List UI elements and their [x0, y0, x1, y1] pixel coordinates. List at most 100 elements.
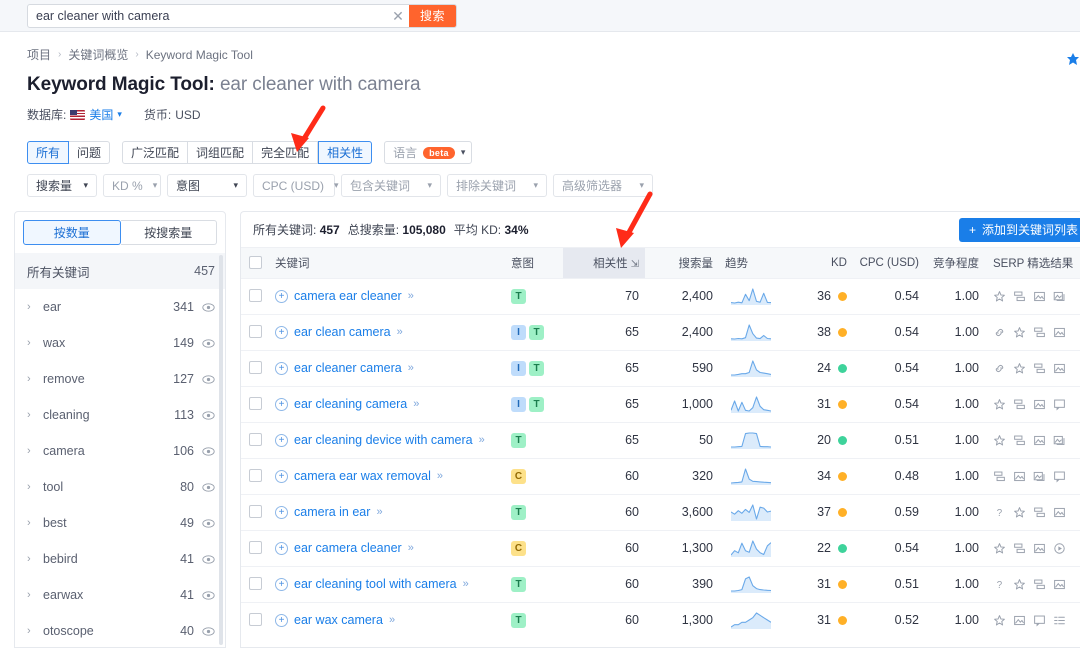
serp-star-icon[interactable]: [1013, 362, 1026, 375]
chevron-down-icon[interactable]: ▾: [83, 180, 88, 191]
col-volume[interactable]: 搜索量: [645, 248, 719, 278]
serp-star-icon[interactable]: [1013, 578, 1026, 591]
add-keyword-icon[interactable]: +: [275, 290, 288, 303]
eye-icon[interactable]: [202, 589, 215, 602]
serp-star-icon[interactable]: [993, 434, 1006, 447]
add-keyword-icon[interactable]: +: [275, 326, 288, 339]
filter-tab-questions[interactable]: 问题: [69, 141, 110, 164]
serp-star-icon[interactable]: [1013, 326, 1026, 339]
serp-faq-icon[interactable]: [1033, 614, 1046, 627]
serp-sitelinks-icon[interactable]: [1033, 578, 1046, 591]
sidebar-group-item[interactable]: ›cleaning113: [15, 397, 225, 433]
table-row[interactable]: +ear wax camera»T601,300310.521.00: [241, 602, 1080, 638]
chevron-right-icon[interactable]: ›: [27, 445, 43, 457]
add-keyword-icon[interactable]: +: [275, 542, 288, 555]
filter-kd[interactable]: KD % ▾: [103, 174, 161, 197]
keyword-link[interactable]: ear clean camera: [294, 325, 391, 339]
serp-star-icon[interactable]: [993, 542, 1006, 555]
help-icon[interactable]: [1066, 52, 1080, 71]
table-row[interactable]: +ear cleaning tool with camera»T60390310…: [241, 566, 1080, 602]
database-value[interactable]: 美国: [89, 106, 113, 123]
table-row[interactable]: +ear cleaning device with camera»T655020…: [241, 422, 1080, 458]
serp-star-icon[interactable]: [993, 614, 1006, 627]
serp-image-icon[interactable]: [1013, 614, 1026, 627]
serp-image-icon[interactable]: [1053, 326, 1066, 339]
expand-keyword-icon[interactable]: »: [408, 542, 414, 554]
eye-icon[interactable]: [202, 301, 215, 314]
chevron-down-icon[interactable]: ▾: [427, 180, 432, 191]
serp-images-icon[interactable]: [1033, 470, 1046, 483]
eye-icon[interactable]: [202, 409, 215, 422]
row-checkbox[interactable]: [249, 505, 262, 518]
serp-images-icon[interactable]: [1053, 290, 1066, 303]
keyword-link[interactable]: ear wax camera: [294, 613, 383, 627]
chevron-down-icon[interactable]: ▾: [117, 109, 122, 120]
breadcrumb-item-1[interactable]: 关键词概览: [68, 46, 128, 63]
serp-link-icon[interactable]: [993, 362, 1006, 375]
filter-tab-phrase-match[interactable]: 词组匹配: [188, 141, 253, 164]
chevron-right-icon[interactable]: ›: [27, 409, 43, 421]
keyword-link[interactable]: camera ear cleaner: [294, 289, 402, 303]
expand-keyword-icon[interactable]: »: [479, 434, 485, 446]
chevron-right-icon[interactable]: ›: [27, 553, 43, 565]
sidebar-group-item[interactable]: ›otoscope40: [15, 613, 225, 647]
sidebar-group-item[interactable]: ›wax149: [15, 325, 225, 361]
row-checkbox[interactable]: [249, 289, 262, 302]
chevron-down-icon[interactable]: ▾: [533, 180, 538, 191]
serp-link-icon[interactable]: [993, 326, 1006, 339]
add-keyword-icon[interactable]: +: [275, 470, 288, 483]
table-row[interactable]: +ear cleaning camera»IT651,000310.541.00: [241, 386, 1080, 422]
row-checkbox[interactable]: [249, 469, 262, 482]
eye-icon[interactable]: [202, 481, 215, 494]
sort-by-volume-button[interactable]: 按搜索量: [121, 220, 218, 245]
serp-image-icon[interactable]: [1053, 362, 1066, 375]
filter-tab-exact-match[interactable]: 完全匹配: [253, 141, 318, 164]
col-trend[interactable]: 趋势: [719, 248, 783, 278]
keyword-link[interactable]: camera ear wax removal: [294, 469, 431, 483]
chevron-right-icon[interactable]: ›: [27, 373, 43, 385]
serp-video-icon[interactable]: [1053, 542, 1066, 555]
eye-icon[interactable]: [202, 445, 215, 458]
serp-image-icon[interactable]: [1053, 578, 1066, 591]
expand-keyword-icon[interactable]: »: [437, 470, 443, 482]
filter-cpc[interactable]: CPC (USD) ▾: [253, 174, 335, 197]
eye-icon[interactable]: [202, 517, 215, 530]
sidebar-group-item[interactable]: ›earwax41: [15, 577, 225, 613]
eye-icon[interactable]: [202, 553, 215, 566]
serp-question-icon[interactable]: ?: [993, 506, 1006, 519]
chevron-right-icon[interactable]: ›: [27, 337, 43, 349]
sidebar-group-item[interactable]: ›camera106: [15, 433, 225, 469]
add-keyword-icon[interactable]: +: [275, 398, 288, 411]
filter-intent[interactable]: 意图 ▾: [167, 174, 247, 197]
row-checkbox[interactable]: [249, 397, 262, 410]
add-keyword-icon[interactable]: +: [275, 434, 288, 447]
sidebar-group-item[interactable]: ›ear341: [15, 289, 225, 325]
select-all-checkbox[interactable]: [249, 256, 262, 269]
col-serp[interactable]: SERP 精选结果: [985, 248, 1080, 278]
filter-advanced[interactable]: 高级筛选器 ▾: [553, 174, 653, 197]
keyword-link[interactable]: ear cleaner camera: [294, 361, 402, 375]
serp-faq-icon[interactable]: [1053, 398, 1066, 411]
breadcrumb-item-2[interactable]: Keyword Magic Tool: [146, 48, 253, 62]
serp-image-icon[interactable]: [1033, 434, 1046, 447]
row-checkbox[interactable]: [249, 361, 262, 374]
search-input[interactable]: [28, 5, 387, 27]
sidebar-scrollbar[interactable]: [219, 255, 223, 645]
serp-sitelinks-icon[interactable]: [993, 470, 1006, 483]
chevron-down-icon[interactable]: ▾: [334, 180, 339, 191]
search-box[interactable]: ✕ 搜索: [27, 4, 457, 28]
table-row[interactable]: +ear clean camera»IT652,400380.541.00: [241, 314, 1080, 350]
add-keyword-icon[interactable]: +: [275, 578, 288, 591]
serp-image-icon[interactable]: [1013, 470, 1026, 483]
expand-keyword-icon[interactable]: »: [397, 326, 403, 338]
serp-star-icon[interactable]: [1013, 506, 1026, 519]
row-checkbox[interactable]: [249, 613, 262, 626]
serp-sitelinks-icon[interactable]: [1013, 434, 1026, 447]
serp-sitelinks-icon[interactable]: [1013, 398, 1026, 411]
row-checkbox[interactable]: [249, 577, 262, 590]
row-checkbox[interactable]: [249, 541, 262, 554]
sort-by-count-button[interactable]: 按数量: [23, 220, 121, 245]
sidebar-group-item[interactable]: ›bebird41: [15, 541, 225, 577]
serp-sitelinks-icon[interactable]: [1013, 542, 1026, 555]
breadcrumb-item-0[interactable]: 项目: [27, 46, 51, 63]
